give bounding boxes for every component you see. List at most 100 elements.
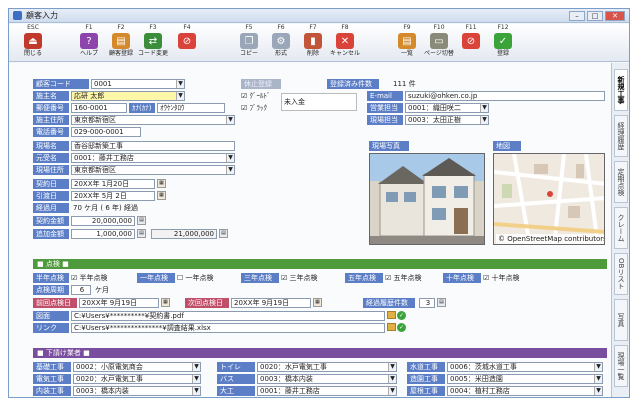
close-window-button[interactable]: ✕ xyxy=(605,10,625,21)
chevron-down-icon[interactable]: ▼ xyxy=(594,363,602,371)
postal-field[interactable]: 160-0001 xyxy=(71,103,127,113)
site-photo[interactable] xyxy=(369,153,485,245)
chevron-down-icon[interactable]: ▼ xyxy=(226,154,234,162)
minimize-button[interactable]: – xyxy=(569,10,585,21)
owner-address-field[interactable]: 東京都新宿区 ▼ xyxy=(71,115,235,125)
contractor-field[interactable]: 0001：藤井工務店 ▼ xyxy=(71,153,235,163)
toolbar-button-label xyxy=(167,49,207,58)
postal-label: 郵便番号 xyxy=(33,103,69,113)
plan-file-field[interactable]: C:¥Users¥**********¥契約書.pdf xyxy=(71,311,385,321)
map-credit: © OpenStreetMap contributors xyxy=(496,234,604,244)
owner-name-label: 施主名 xyxy=(33,91,69,101)
side-tab-5[interactable]: 写真 xyxy=(614,299,628,341)
one-year-checkbox[interactable]: ☐ 一年点検 xyxy=(177,273,214,283)
subcontractor-select[interactable]: 0003：橋本内装 ▼ xyxy=(257,374,397,384)
chevron-down-icon[interactable]: ▼ xyxy=(388,363,396,371)
chevron-down-icon[interactable]: ▼ xyxy=(594,375,602,383)
three-year-checkbox[interactable]: ☑ 三年点検 xyxy=(281,273,318,283)
subcontractor-select[interactable]: 0020：水戸電気工事 ▼ xyxy=(73,374,201,384)
calendar-icon[interactable]: ▦ xyxy=(313,298,322,307)
kana-field[interactable]: ｵｳｹﾝﾀﾛｳ xyxy=(157,103,225,113)
window-controls: – □ ✕ xyxy=(569,10,625,21)
five-year-checkbox[interactable]: ☑ 五年点検 xyxy=(385,273,422,283)
toolbar-button-f4[interactable]: F4 ⊘ xyxy=(171,24,203,62)
half-year-text: 半年点検 xyxy=(79,274,108,282)
calculator-icon[interactable]: ▤ xyxy=(219,229,228,238)
chevron-down-icon[interactable]: ▼ xyxy=(176,92,184,100)
next-inspection-field[interactable]: 20XX年 9月19日 xyxy=(231,298,311,308)
side-tab-4[interactable]: OBリスト xyxy=(614,253,628,295)
handover-date-field[interactable]: 20XX年 5月 2日 xyxy=(71,191,155,201)
site-address-label: 現場住所 xyxy=(33,165,69,175)
side-tab-0[interactable]: 新規工事 xyxy=(614,69,628,111)
site-manager-field[interactable]: 0003：太田正樹 ▼ xyxy=(405,115,489,125)
subcontractor-select[interactable]: 0006：茨城水道工事 ▼ xyxy=(447,362,603,372)
chevron-down-icon[interactable]: ▼ xyxy=(176,80,184,88)
calendar-icon[interactable]: ▦ xyxy=(157,179,166,188)
side-tab-1[interactable]: 経理履歴 xyxy=(614,115,628,157)
black-customer-checkbox[interactable]: ☑ ﾌﾞﾗｯｸ xyxy=(241,103,267,113)
owner-name-field[interactable]: 応研 太郎 ▼ xyxy=(71,91,185,101)
chevron-down-icon[interactable]: ▼ xyxy=(192,363,200,371)
toolbar-button-esc[interactable]: ESC ⏏ 閉じる xyxy=(17,24,49,62)
confirm-icon[interactable]: ✓ xyxy=(397,323,406,332)
function-key-label: F7 xyxy=(309,24,317,31)
subcontractor-select[interactable]: 0003：橋本内装 ▼ xyxy=(73,386,201,396)
chevron-down-icon[interactable]: ▼ xyxy=(594,387,602,395)
toolbar-button-f3[interactable]: F3 ⇄ コード変更 xyxy=(137,24,169,62)
half-year-checkbox[interactable]: ☑ 半年点検 xyxy=(71,273,108,283)
next-inspection-label: 次回点検日 xyxy=(185,298,229,308)
subcontractor-select[interactable]: 0020：水戸電気工事 ▼ xyxy=(257,362,397,372)
side-tab-6[interactable]: 現場一覧 xyxy=(614,345,628,387)
calendar-icon[interactable]: ▦ xyxy=(161,298,170,307)
maximize-button[interactable]: □ xyxy=(587,10,603,21)
confirm-icon[interactable]: ✓ xyxy=(397,311,406,320)
subcontractor-select[interactable]: 0002：小原電気商会 ▼ xyxy=(73,362,201,372)
contract-amount-field[interactable]: 20,000,000 xyxy=(71,216,135,226)
email-field[interactable]: suzuki@ohken.co.jp xyxy=(405,91,605,101)
calculator-icon[interactable]: ▤ xyxy=(137,216,146,225)
folder-icon[interactable] xyxy=(387,311,396,319)
subcontractor-value: 0001：藤井工務店 xyxy=(260,387,320,395)
customer-code-field[interactable]: 0001 ▼ xyxy=(91,79,185,89)
link-file-field[interactable]: C:¥Users¥***************¥調査結果.xlsx xyxy=(71,323,385,333)
phone-field[interactable]: 029-000-0001 xyxy=(71,127,141,137)
site-map[interactable]: © OpenStreetMap contributors xyxy=(493,153,605,245)
chevron-down-icon[interactable]: ▼ xyxy=(388,387,396,395)
additional-amount-label: 追加金額 xyxy=(33,229,69,239)
contract-date-field[interactable]: 20XX年 1月20日 xyxy=(71,179,155,189)
subcontractor-select[interactable]: 0004：植村工務店 ▼ xyxy=(447,386,603,396)
subcontractor-select[interactable]: 0005：米田造園 ▼ xyxy=(447,374,603,384)
subcontractor-value: 0005：米田造園 xyxy=(450,375,503,383)
additional-amount-field[interactable]: 1,000,000 xyxy=(71,229,135,239)
chevron-down-icon[interactable]: ▼ xyxy=(388,375,396,383)
side-tab-2[interactable]: 定期点検 xyxy=(614,161,628,203)
help-icon: ? xyxy=(80,33,98,49)
suspend-register-button[interactable]: 休止登録 xyxy=(241,79,281,89)
good-customer-checkbox[interactable]: ☑ ｸﾞｰﾙﾄﾞ xyxy=(241,91,271,101)
side-tab-3[interactable]: クレーム xyxy=(614,207,628,249)
site-address-field[interactable]: 東京都新宿区 ▼ xyxy=(71,165,235,175)
toolbar-button-label: 閉じる xyxy=(23,50,42,57)
chevron-down-icon[interactable]: ▼ xyxy=(226,116,234,124)
chevron-down-icon[interactable]: ▼ xyxy=(226,166,234,174)
calculator-icon[interactable]: ▤ xyxy=(437,298,446,307)
folder-icon[interactable] xyxy=(387,323,396,331)
calculator-icon[interactable]: ▤ xyxy=(137,229,146,238)
sales-rep-field[interactable]: 0001：織田咲二 ▼ xyxy=(405,103,489,113)
cycle-field[interactable]: 6 xyxy=(71,285,91,295)
chevron-down-icon[interactable]: ▼ xyxy=(192,375,200,383)
kana-label: ｶﾅ(ｶﾅ) xyxy=(129,103,155,113)
last-inspection-field[interactable]: 20XX年 9月19日 xyxy=(79,298,159,308)
ten-year-checkbox[interactable]: ☑ 十年点検 xyxy=(483,273,520,283)
subcontractor-trade-label: 電気工事 xyxy=(33,374,71,384)
chevron-down-icon[interactable]: ▼ xyxy=(192,387,200,395)
subcontractor-select[interactable]: 0001：藤井工務店 ▼ xyxy=(257,386,397,396)
calendar-icon[interactable]: ▦ xyxy=(157,191,166,200)
toolbar-button-f12[interactable]: F12 ✓ 登録 xyxy=(487,24,519,62)
chevron-down-icon[interactable]: ▼ xyxy=(480,104,488,112)
registered-count-label: 登録済み件数 xyxy=(327,79,379,89)
toolbar-button-f8[interactable]: F8 ✕ キャンセル xyxy=(329,24,361,62)
chevron-down-icon[interactable]: ▼ xyxy=(480,116,488,124)
site-name-field[interactable]: 香谷邸新築工事 xyxy=(71,141,235,151)
